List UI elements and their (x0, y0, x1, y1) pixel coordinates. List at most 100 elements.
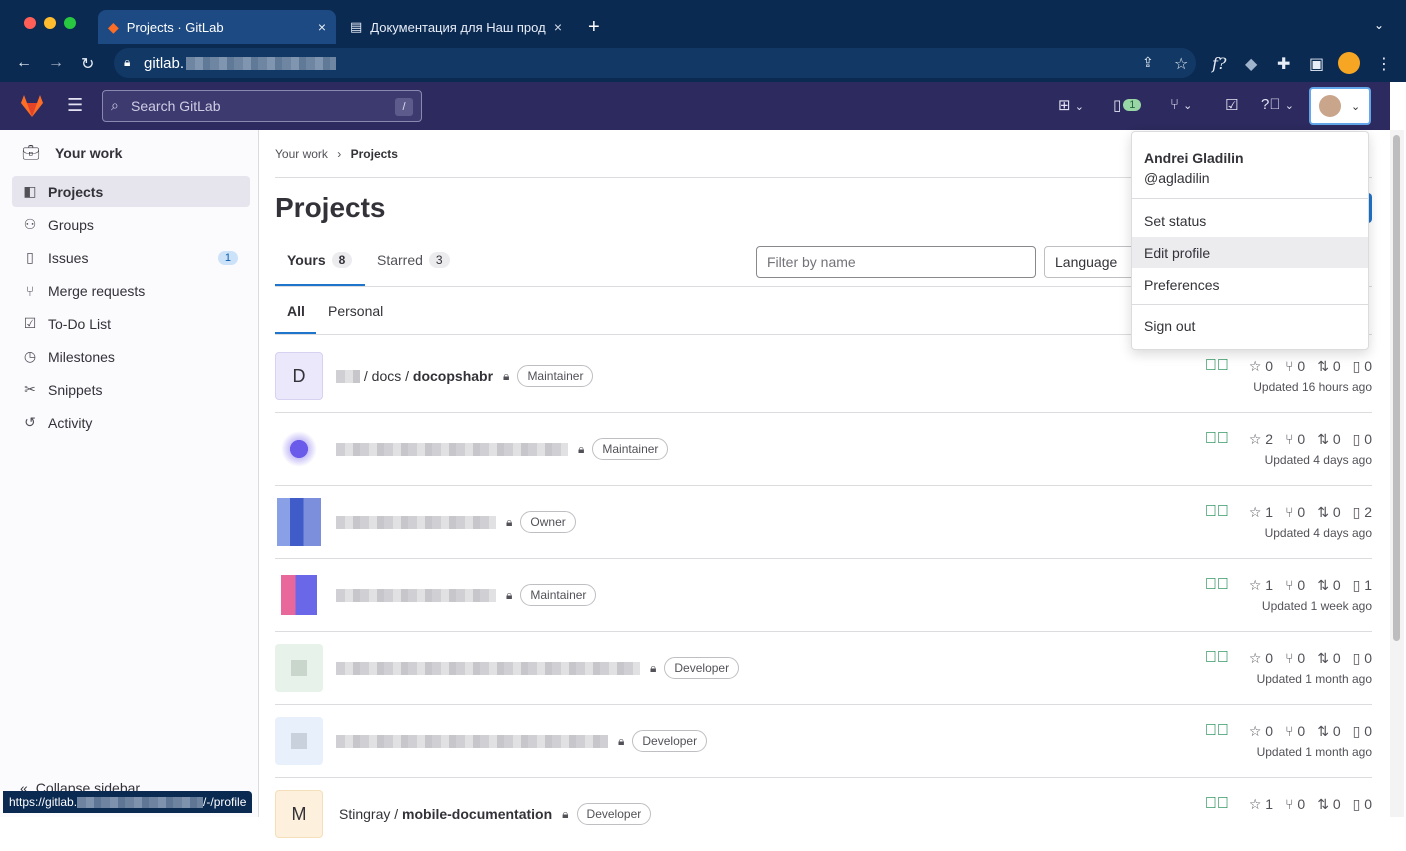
pipeline-passed-icon[interactable]: ✓⃝ (1205, 722, 1229, 740)
subtab-personal[interactable]: Personal (328, 303, 383, 319)
sidebar-item-groups[interactable]: ⚇ Groups (12, 209, 250, 240)
pipeline-passed-icon[interactable]: ✓⃝ (1205, 503, 1229, 521)
fork-icon[interactable]: ⑂ 0 (1285, 431, 1305, 447)
forward-arrow-icon[interactable]: → (48, 54, 64, 72)
issues-icon[interactable]: ▯ 2 (1353, 504, 1372, 521)
issues-icon[interactable]: ▯ 0 (1353, 650, 1372, 667)
merge-request-icon[interactable]: ⇅ 0 (1317, 723, 1340, 740)
new-tab-button[interactable]: + (588, 16, 600, 39)
project-row[interactable]: D / docs / docopshabr 🔒︎ Maintainer ✓⃝ ☆… (275, 340, 1372, 413)
star-icon[interactable]: ☆ 1 (1249, 796, 1273, 813)
close-window-button[interactable] (24, 17, 36, 29)
reload-icon[interactable]: ↻ (81, 54, 94, 74)
project-name[interactable]: 🔒︎ Owner (336, 511, 576, 533)
formula-extension-icon[interactable]: f? (1212, 54, 1227, 73)
pipeline-passed-icon[interactable]: ✓⃝ (1205, 576, 1229, 594)
scrollbar-thumb[interactable] (1393, 135, 1400, 641)
merge-request-icon[interactable]: ⇅ 0 (1317, 650, 1340, 667)
project-row[interactable]: 🔒︎ Developer ✓⃝ ☆ 0 ⑂ 0 ⇅ 0 ▯ 0 Updated … (275, 632, 1372, 705)
star-icon[interactable]: ☆ 0 (1249, 358, 1273, 375)
merge-request-icon[interactable]: ⇅ 0 (1317, 431, 1340, 448)
sidebar-item-milestones[interactable]: ◷ Milestones (12, 341, 250, 372)
issues-icon[interactable]: ▯ 1 (1113, 96, 1142, 114)
merge-request-icon[interactable]: ⇅ 0 (1317, 577, 1340, 594)
project-row[interactable]: M Stingray / mobile-documentation 🔒︎ Dev… (275, 778, 1372, 851)
hamburger-menu-icon[interactable]: ☰ (67, 95, 83, 116)
issues-icon[interactable]: ▯ 0 (1353, 796, 1372, 813)
issues-icon[interactable]: ▯ 0 (1353, 723, 1372, 740)
zoom-window-button[interactable] (64, 17, 76, 29)
bookmark-star-icon[interactable]: ☆ (1174, 54, 1188, 74)
sidebar-item-issues[interactable]: ▯ Issues 1 (12, 242, 250, 273)
todo-icon[interactable]: ☑ (1225, 96, 1238, 114)
sidebar-item-merge-requests[interactable]: ⑂ Merge requests (12, 275, 250, 306)
project-name[interactable]: 🔒︎ Developer (336, 730, 708, 752)
star-icon[interactable]: ☆ 1 (1249, 504, 1273, 521)
star-icon[interactable]: ☆ 0 (1249, 723, 1273, 740)
close-tab-icon[interactable]: × (318, 19, 326, 35)
tab-starred[interactable]: Starred 3 (377, 252, 450, 268)
extensions-puzzle-icon[interactable]: ✚ (1277, 54, 1290, 74)
sidepanel-icon[interactable]: ▣ (1309, 54, 1324, 74)
merge-request-icon[interactable]: ⇅ 0 (1317, 796, 1340, 813)
gitlab-logo-icon[interactable] (18, 92, 46, 120)
back-arrow-icon[interactable]: ← (16, 54, 32, 72)
tab-search-chevron-icon[interactable]: ⌄ (1374, 18, 1384, 32)
project-row[interactable]: 🔒︎ Maintainer ✓⃝ ☆ 2 ⑂ 0 ⇅ 0 ▯ 0 Updated… (275, 413, 1372, 486)
user-avatar-button[interactable]: ⌄ (1309, 87, 1371, 125)
project-name[interactable]: 🔒︎ Maintainer (336, 584, 597, 606)
fork-icon[interactable]: ⑂ 0 (1285, 577, 1305, 593)
minimize-window-button[interactable] (44, 17, 56, 29)
project-name[interactable]: 🔒︎ Maintainer (336, 438, 669, 460)
project-name[interactable]: Stingray / mobile-documentation 🔒︎ Devel… (339, 803, 652, 825)
search-input[interactable]: ⌕ Search GitLab / (102, 90, 422, 122)
pipeline-passed-icon[interactable]: ✓⃝ (1205, 357, 1229, 375)
browser-menu-icon[interactable]: ⋮ (1376, 54, 1392, 74)
browser-tab-gitlab[interactable]: ◆ Projects · GitLab × (98, 10, 336, 44)
sidebar-item-snippets[interactable]: ✂ Snippets (12, 374, 250, 405)
fork-icon[interactable]: ⑂ 0 (1285, 504, 1305, 520)
star-icon[interactable]: ☆ 0 (1249, 650, 1273, 667)
sidebar-item-projects[interactable]: ◧ Projects (12, 176, 250, 207)
browser-tab-docs[interactable]: ▤ Документация для Наш прод × (340, 10, 572, 44)
issues-icon[interactable]: ▯ 0 (1353, 431, 1372, 448)
help-icon[interactable]: ?⃝ ⌄ (1261, 96, 1294, 113)
menu-item-edit-profile[interactable]: Edit profile (1132, 237, 1368, 268)
pipeline-passed-icon[interactable]: ✓⃝ (1205, 795, 1229, 813)
issues-icon[interactable]: ▯ 1 (1353, 577, 1372, 594)
sidebar-item-todo-list[interactable]: ☑ To-Do List (12, 308, 250, 339)
fork-icon[interactable]: ⑂ 0 (1285, 723, 1305, 739)
fork-icon[interactable]: ⑂ 0 (1285, 650, 1305, 666)
filter-by-name-input[interactable]: Filter by name (756, 246, 1036, 278)
star-icon[interactable]: ☆ 1 (1249, 577, 1273, 594)
merge-request-icon[interactable]: ⑂ ⌄ (1170, 96, 1192, 113)
merge-request-icon[interactable]: ⇅ 0 (1317, 358, 1340, 375)
extension-diamond-icon[interactable]: ◆ (1245, 54, 1257, 74)
fork-icon[interactable]: ⑂ 0 (1285, 358, 1305, 374)
project-row[interactable]: 🔒︎ Owner ✓⃝ ☆ 1 ⑂ 0 ⇅ 0 ▯ 2 Updated 4 da… (275, 486, 1372, 559)
star-icon[interactable]: ☆ 2 (1249, 431, 1273, 448)
menu-item-set-status[interactable]: Set status (1132, 205, 1368, 236)
pipeline-passed-icon[interactable]: ✓⃝ (1205, 649, 1229, 667)
project-row[interactable]: 🔒︎ Maintainer ✓⃝ ☆ 1 ⑂ 0 ⇅ 0 ▯ 1 Updated… (275, 559, 1372, 632)
address-bar[interactable]: 🔒︎ gitlab. (114, 48, 1196, 78)
project-name[interactable]: / docs / docopshabr 🔒︎ Maintainer (336, 365, 594, 387)
merge-request-icon[interactable]: ⇅ 0 (1317, 504, 1340, 521)
sidebar-item-activity[interactable]: ↺ Activity (12, 407, 250, 438)
share-icon[interactable]: ⇪ (1142, 54, 1154, 71)
language-dropdown[interactable]: Language (1044, 246, 1139, 278)
tab-yours[interactable]: Yours 8 (287, 252, 353, 268)
subtab-all[interactable]: All (287, 303, 305, 319)
project-name[interactable]: 🔒︎ Developer (336, 657, 740, 679)
breadcrumb-parent-link[interactable]: Your work (275, 147, 328, 161)
create-new-plus-icon[interactable]: ⊞ ⌄ (1058, 96, 1084, 114)
browser-profile-avatar[interactable] (1338, 52, 1360, 74)
pipeline-passed-icon[interactable]: ✓⃝ (1205, 430, 1229, 448)
menu-item-preferences[interactable]: Preferences (1132, 269, 1368, 300)
fork-icon[interactable]: ⑂ 0 (1285, 796, 1305, 812)
issues-icon[interactable]: ▯ 0 (1353, 358, 1372, 375)
menu-item-sign-out[interactable]: Sign out (1132, 310, 1368, 341)
project-row[interactable]: 🔒︎ Developer ✓⃝ ☆ 0 ⑂ 0 ⇅ 0 ▯ 0 Updated … (275, 705, 1372, 778)
lock-icon: 🔒︎ (618, 733, 625, 748)
close-tab-icon[interactable]: × (554, 19, 562, 35)
